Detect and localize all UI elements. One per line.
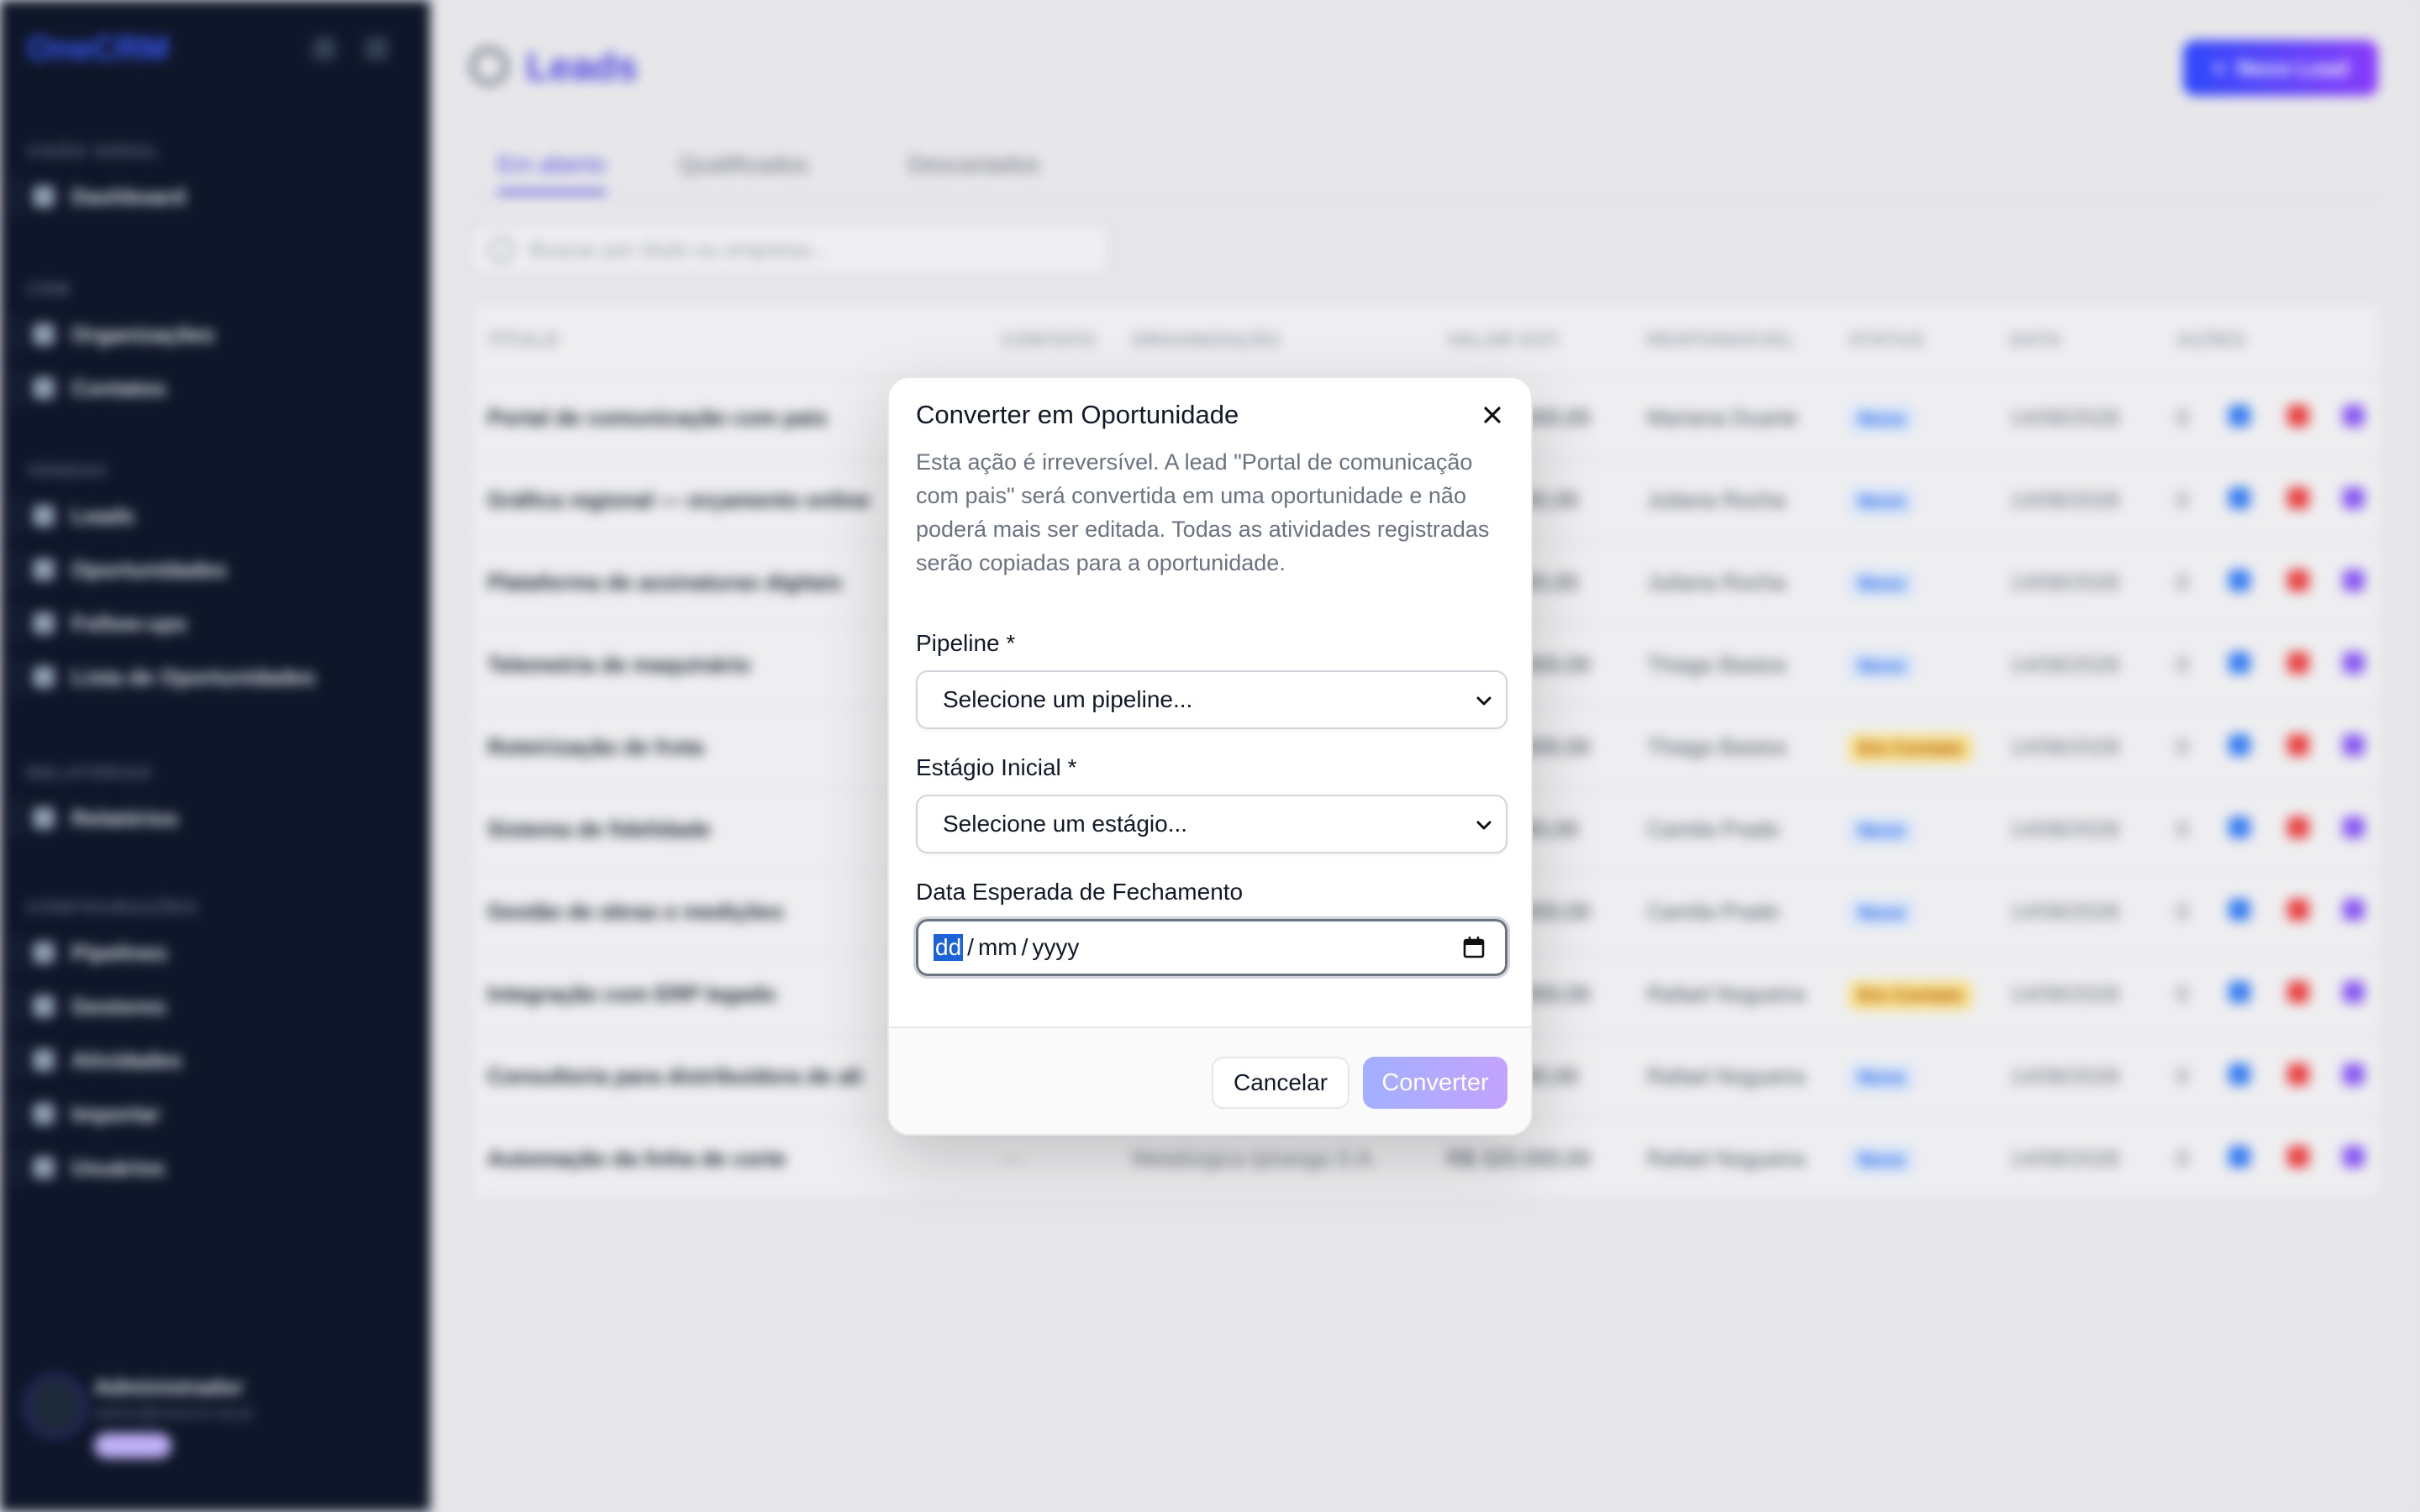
- chevron-down-icon: [1476, 821, 1491, 830]
- date-separator: /: [967, 934, 974, 960]
- pipeline-label: Pipeline *: [916, 630, 1016, 656]
- date-month-segment[interactable]: mm: [978, 934, 1018, 961]
- pipeline-select-value: Selecione um pipeline...: [943, 686, 1193, 712]
- stage-select-value: Selecione um estágio...: [943, 811, 1188, 837]
- close-icon: [1484, 407, 1501, 423]
- dialog-description: Esta ação é irreversível. A lead "Portal…: [916, 449, 1490, 575]
- dialog-footer: Cancelar Converter: [889, 1026, 1531, 1134]
- date-day-segment[interactable]: dd: [934, 934, 964, 961]
- chevron-down-icon: [1476, 696, 1491, 706]
- cancel-button[interactable]: Cancelar: [1212, 1057, 1349, 1109]
- calendar-icon[interactable]: [1461, 935, 1486, 960]
- pipeline-select[interactable]: Selecione um pipeline...: [916, 670, 1507, 729]
- stage-select[interactable]: Selecione um estágio...: [916, 795, 1507, 853]
- close-date-label: Data Esperada de Fechamento: [916, 879, 1244, 905]
- dialog-title: Converter em Oportunidade: [916, 400, 1239, 429]
- convert-dialog: Converter em Oportunidade Esta ação é ir…: [887, 376, 1533, 1136]
- close-button[interactable]: [1476, 398, 1509, 432]
- stage-label: Estágio Inicial *: [916, 754, 1077, 780]
- convert-button[interactable]: Converter: [1363, 1057, 1507, 1109]
- close-date-input[interactable]: dd / mm / yyyy: [913, 916, 1510, 979]
- date-year-segment[interactable]: yyyy: [1032, 934, 1079, 961]
- date-separator: /: [1021, 934, 1028, 960]
